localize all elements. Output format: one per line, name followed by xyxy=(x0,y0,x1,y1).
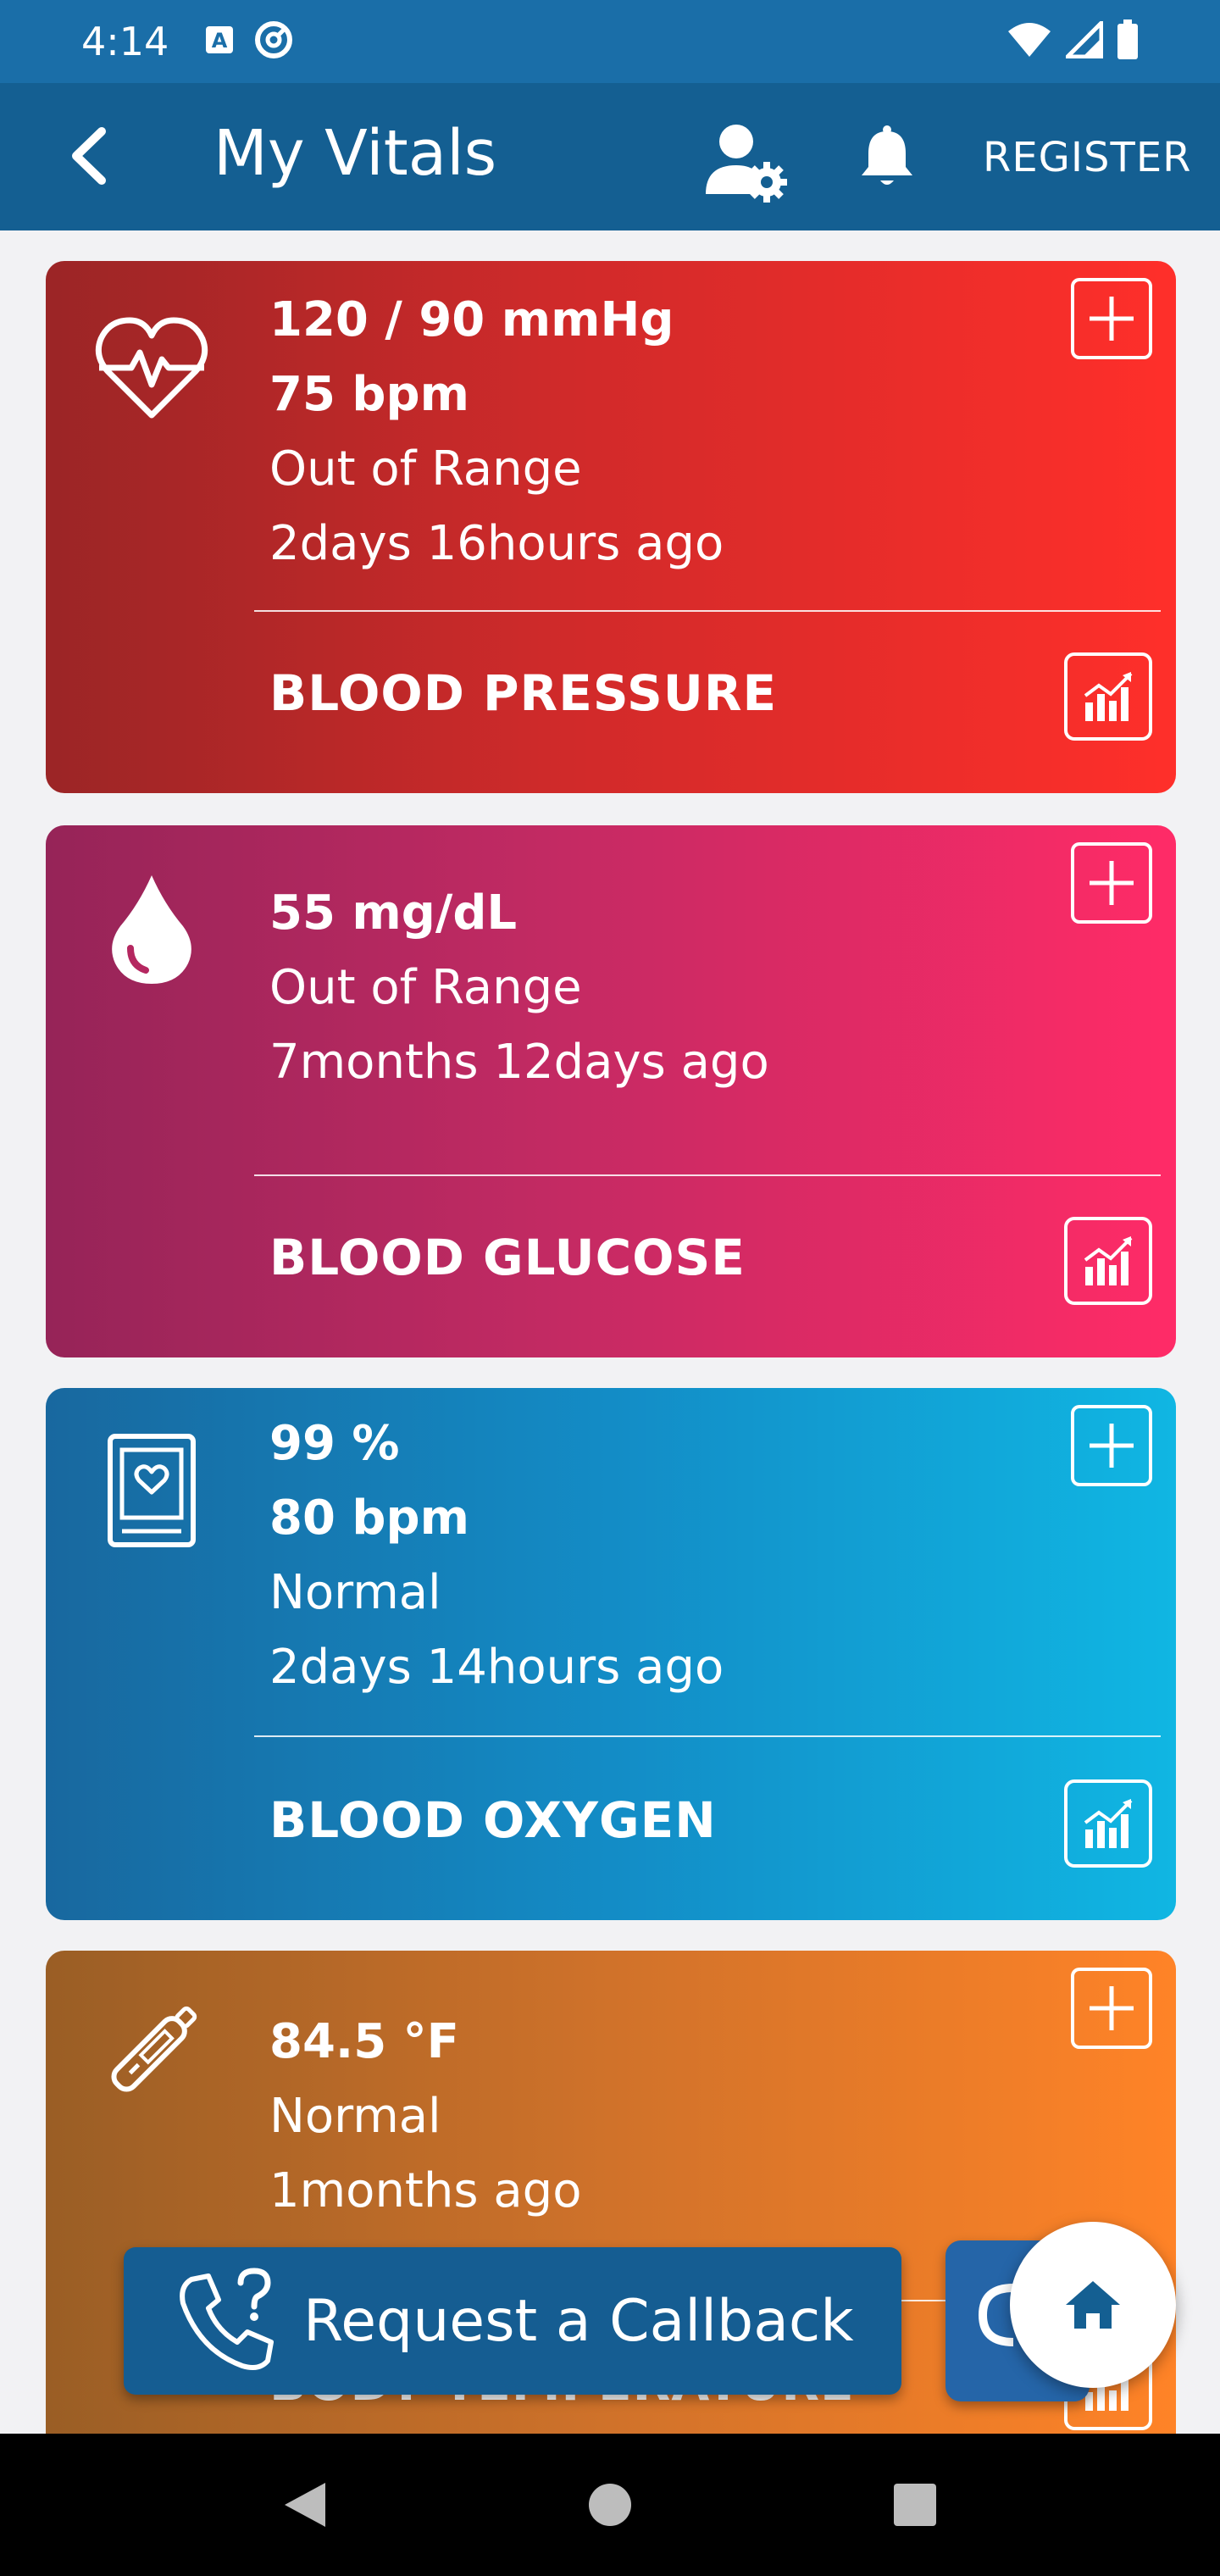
bar-chart-icon xyxy=(1084,672,1133,721)
add-bp-button[interactable] xyxy=(1071,278,1152,359)
heart-pulse-icon xyxy=(88,305,215,432)
temperature-reading: 84.5 °F xyxy=(269,2014,459,2069)
plus-icon xyxy=(1090,297,1134,341)
system-nav-bar xyxy=(0,2434,1220,2576)
home-circle-icon[interactable] xyxy=(580,2475,640,2534)
back-button[interactable] xyxy=(56,122,124,190)
thermometer-icon xyxy=(88,1988,215,2115)
back-arrow-icon xyxy=(72,127,106,185)
callback-label: Request a Callback xyxy=(303,2287,854,2355)
battery-icon xyxy=(1117,19,1139,64)
request-callback-button[interactable]: Request a Callback xyxy=(124,2247,901,2395)
divider xyxy=(254,1174,1161,1176)
oximeter-icon xyxy=(88,1427,215,1554)
blood-glucose-card[interactable]: 55 mg/dL Out of Range 7months 12days ago… xyxy=(46,825,1176,1357)
do-not-disturb-icon xyxy=(253,19,294,64)
user-settings-button[interactable] xyxy=(700,114,793,207)
register-button[interactable]: REGISTER xyxy=(983,134,1192,181)
notifications-button[interactable] xyxy=(851,119,923,195)
plus-icon xyxy=(1090,1424,1134,1468)
wifi-icon xyxy=(1006,21,1052,63)
bell-icon xyxy=(862,125,912,185)
oxygen-time: 2days 14hours ago xyxy=(269,1640,724,1695)
add-oxygen-button[interactable] xyxy=(1071,1405,1152,1486)
user-settings-icon xyxy=(706,125,787,203)
bp-reading: 120 / 90 mmHg xyxy=(269,292,674,347)
status-time: 4:14 xyxy=(81,19,169,64)
blood-pressure-card[interactable]: 120 / 90 mmHg 75 bpm Out of Range 2days … xyxy=(46,261,1176,793)
bp-chart-button[interactable] xyxy=(1064,652,1152,741)
app-bar: My Vitals REGISTER xyxy=(0,83,1220,230)
divider xyxy=(254,610,1161,612)
glucose-reading: 55 mg/dL xyxy=(269,886,518,941)
plus-icon xyxy=(1090,861,1134,905)
bar-chart-icon xyxy=(1084,1236,1133,1285)
temperature-time: 1months ago xyxy=(269,2163,582,2218)
bp-status: Out of Range xyxy=(269,441,582,497)
bp-time: 2days 16hours ago xyxy=(269,516,724,571)
phone-question-icon xyxy=(175,2266,285,2376)
card-title: BLOOD GLUCOSE xyxy=(269,1229,746,1286)
blood-oxygen-card[interactable]: 99 % 80 bpm Normal 2days 14hours ago BLO… xyxy=(46,1388,1176,1920)
back-triangle-icon[interactable] xyxy=(275,2475,335,2534)
home-button[interactable] xyxy=(1010,2222,1176,2388)
home-icon xyxy=(1066,2281,1120,2329)
svg-text:A: A xyxy=(212,29,228,53)
bar-chart-icon xyxy=(1084,1799,1133,1848)
a-badge-icon: A xyxy=(204,25,235,59)
oxygen-reading: 99 % xyxy=(269,1416,400,1471)
oxygen-chart-button[interactable] xyxy=(1064,1779,1152,1868)
glucose-status: Out of Range xyxy=(269,960,582,1015)
add-glucose-button[interactable] xyxy=(1071,842,1152,924)
card-title: BLOOD PRESSURE xyxy=(269,664,778,722)
glucose-chart-button[interactable] xyxy=(1064,1217,1152,1305)
add-temperature-button[interactable] xyxy=(1071,1968,1152,2049)
oxygen-pulse: 80 bpm xyxy=(269,1491,469,1546)
status-bar: 4:14 A xyxy=(0,0,1220,83)
plus-icon xyxy=(1090,1986,1134,2030)
divider xyxy=(254,1735,1161,1737)
page-title: My Vitals xyxy=(214,117,497,190)
temperature-status: Normal xyxy=(269,2089,441,2144)
oxygen-status: Normal xyxy=(269,1565,441,1620)
cell-signal-icon xyxy=(1062,17,1104,63)
glucose-time: 7months 12days ago xyxy=(269,1035,769,1090)
drop-icon xyxy=(88,866,215,993)
bp-pulse: 75 bpm xyxy=(269,367,469,422)
recents-square-icon[interactable] xyxy=(885,2475,945,2534)
card-title: BLOOD OXYGEN xyxy=(269,1791,717,1849)
